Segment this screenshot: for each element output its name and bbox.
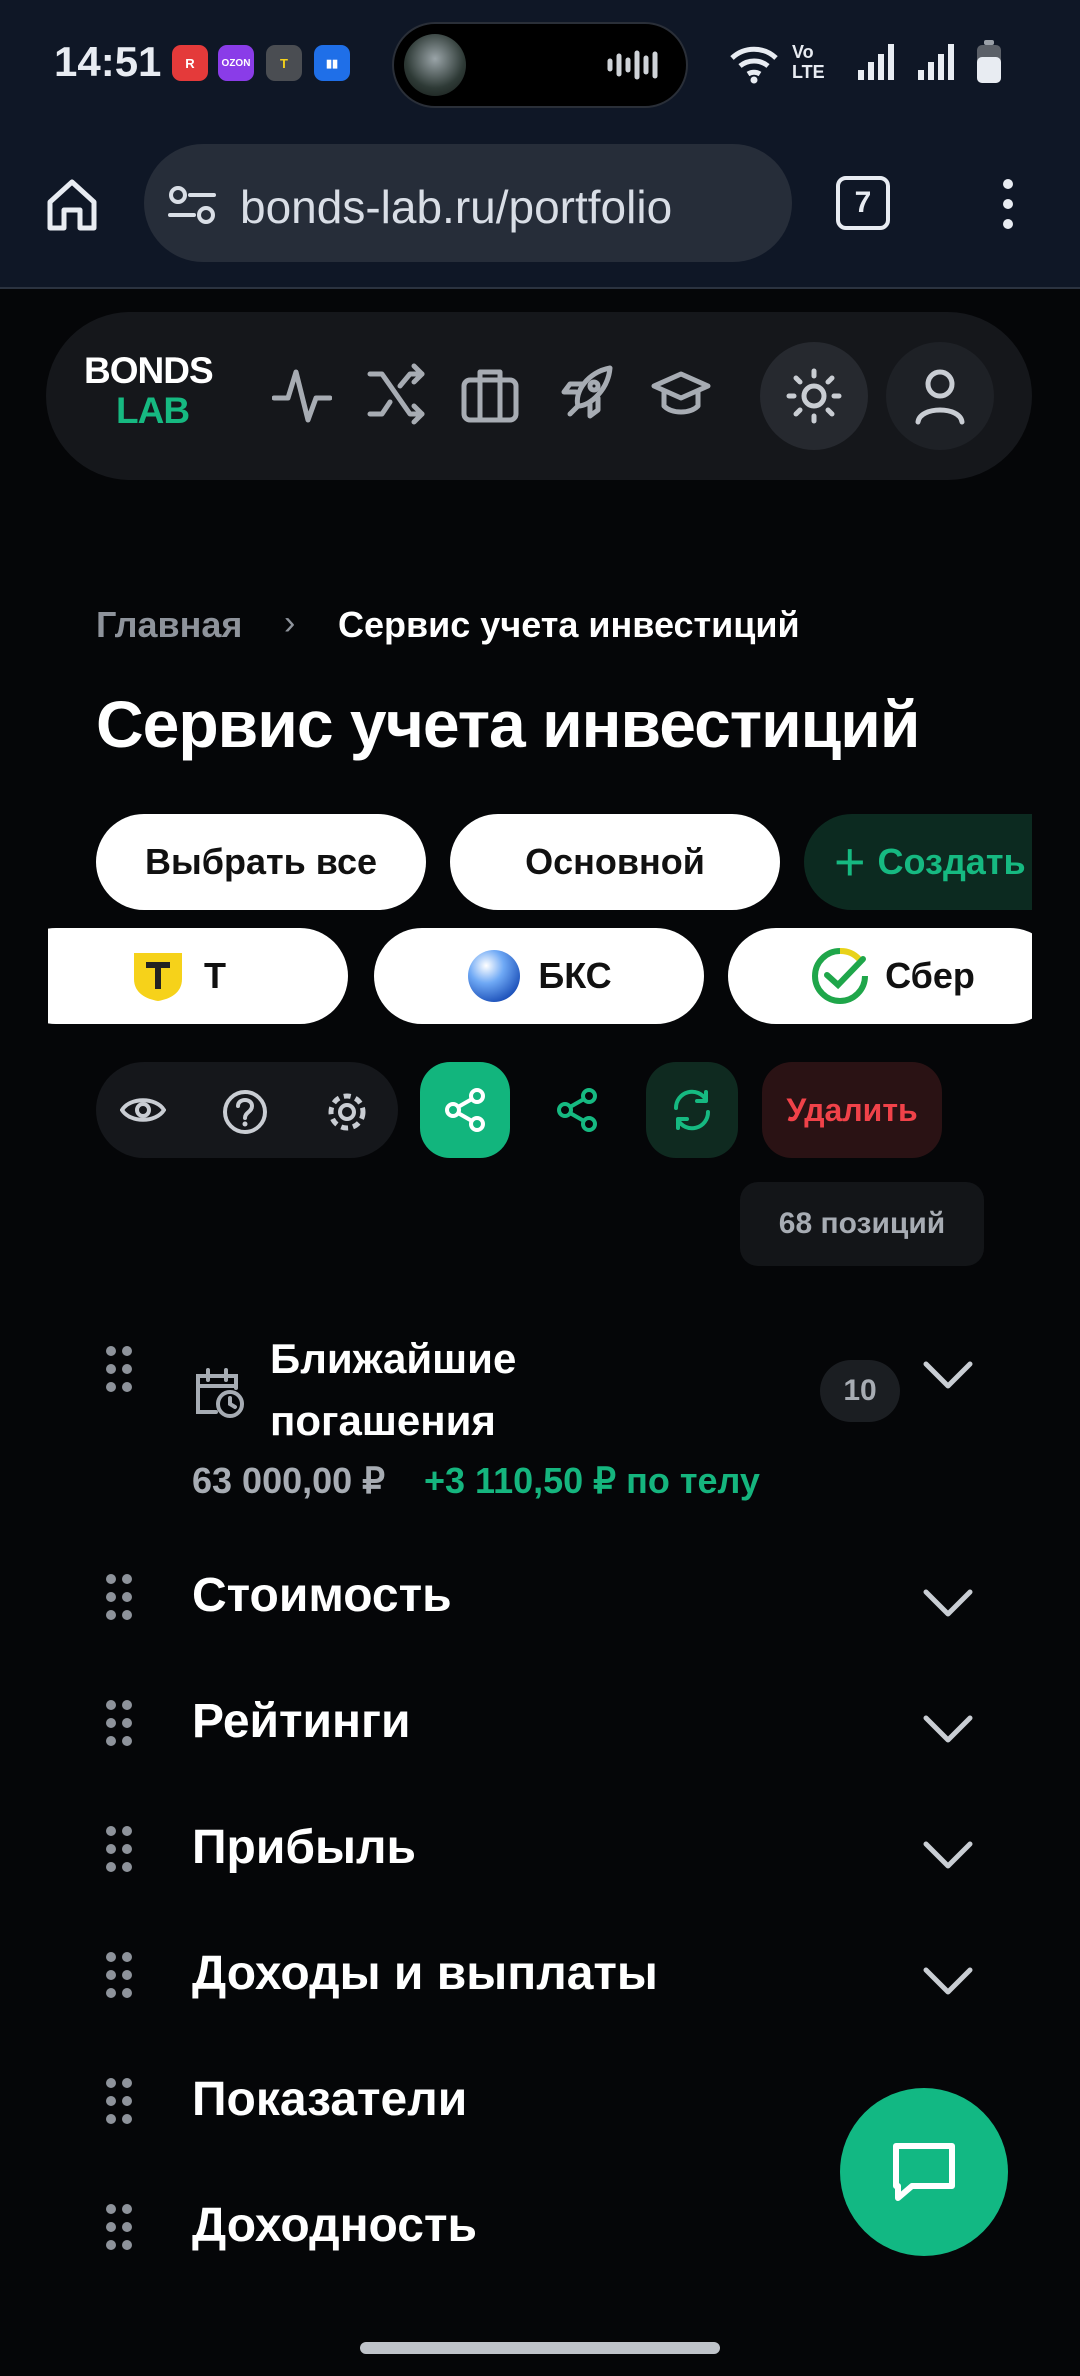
home-icon[interactable] <box>44 176 100 232</box>
share-button[interactable] <box>420 1062 510 1158</box>
rocket-icon[interactable] <box>556 362 616 428</box>
refresh-icon <box>673 1089 711 1131</box>
theme-toggle-button[interactable] <box>760 342 868 450</box>
status-time: 14:51 <box>54 38 162 85</box>
nearest-redemptions-amount: 63 000,00 ₽ <box>192 1460 386 1501</box>
positions-count: 68 позиций <box>740 1182 984 1266</box>
battery-icon <box>977 40 1001 83</box>
chevron-down-icon[interactable] <box>922 1964 974 1998</box>
media-artwork <box>404 34 466 96</box>
chevron-down-icon[interactable] <box>922 1586 974 1620</box>
delete-button[interactable]: Удалить <box>762 1062 942 1158</box>
shuffle-icon[interactable] <box>366 362 426 428</box>
drag-handle-icon[interactable] <box>104 1572 134 1622</box>
chevron-down-icon[interactable] <box>922 1838 974 1872</box>
logo-bonds[interactable]: BONDS <box>84 350 214 392</box>
breadcrumb-separator: › <box>284 604 296 642</box>
chevron-down-icon[interactable] <box>922 1358 974 1392</box>
nearest-redemptions-title[interactable]: Ближайшие погашения <box>270 1328 590 1452</box>
section-title[interactable]: Прибыль <box>192 1820 416 1875</box>
drag-handle-icon[interactable] <box>104 2076 134 2126</box>
drag-handle-icon[interactable] <box>104 1950 134 2000</box>
chevron-down-icon[interactable] <box>922 1712 974 1746</box>
broker-tabs: Т БКС Сбер <box>48 928 1032 1028</box>
select-all-button[interactable]: Выбрать все <box>96 814 426 910</box>
user-icon <box>915 369 965 425</box>
chat-button[interactable] <box>840 2088 1008 2256</box>
share-link-button[interactable] <box>532 1062 622 1158</box>
breadcrumb-home[interactable]: Главная <box>96 604 242 646</box>
site-navbar <box>46 312 1032 480</box>
drag-handle-icon[interactable] <box>104 1344 134 1394</box>
broker-sber-button[interactable]: Сбер <box>728 928 1032 1024</box>
nearest-redemptions-profit: +3 110,50 ₽ по телу <box>424 1460 760 1501</box>
tabs-button[interactable]: 7 <box>836 176 890 230</box>
plus-icon: + <box>834 832 866 892</box>
volte-indicator: Vo LTE <box>792 42 825 82</box>
drag-handle-icon[interactable] <box>104 2202 134 2252</box>
drag-handle-icon[interactable] <box>104 1698 134 1748</box>
more-menu-icon[interactable] <box>996 176 1020 232</box>
create-portfolio-button[interactable]: + Создать <box>804 814 1032 910</box>
portfolio-tabs: Выбрать все Основной + Создать <box>0 814 1032 914</box>
profile-button[interactable] <box>886 342 994 450</box>
sber-logo-icon <box>812 948 869 1004</box>
briefcase-icon[interactable] <box>460 362 520 428</box>
sync-button[interactable] <box>646 1062 738 1158</box>
broker-t-label: Т <box>204 955 226 996</box>
broker-sber-label: Сбер <box>885 955 975 996</box>
site-settings-icon[interactable] <box>168 184 216 226</box>
t-bank-logo-icon <box>134 953 182 1001</box>
section-title[interactable]: Стоимость <box>192 1568 452 1623</box>
share-icon <box>445 1088 485 1132</box>
home-indicator[interactable] <box>360 2342 720 2354</box>
section-title[interactable]: Доходность <box>192 2198 477 2253</box>
section-title[interactable]: Доходы и выплаты <box>192 1946 658 2001</box>
drag-handle-icon[interactable] <box>104 1824 134 1874</box>
ozon-app-icon: OZON <box>218 45 254 81</box>
graduation-cap-icon[interactable] <box>650 362 712 428</box>
red-app-icon: R <box>172 45 208 81</box>
settings-icon[interactable] <box>324 1089 370 1135</box>
broker-bks-label: БКС <box>538 955 612 996</box>
help-icon[interactable] <box>222 1089 268 1135</box>
logo-lab[interactable]: LAB <box>116 390 190 432</box>
activity-icon[interactable] <box>272 362 332 428</box>
create-label: Создать <box>877 841 1026 882</box>
page-title: Сервис учета инвестиций <box>96 687 920 761</box>
section-title[interactable]: Показатели <box>192 2072 467 2127</box>
chat-bubble-icon <box>893 2143 955 2201</box>
section-title[interactable]: Рейтинги <box>192 1694 411 1749</box>
breadcrumb-current: Сервис учета инвестиций <box>338 604 800 645</box>
eye-icon[interactable] <box>120 1089 166 1131</box>
url-text[interactable]: bonds-lab.ru/portfolio <box>240 180 672 234</box>
broker-bks-button[interactable]: БКС <box>374 928 704 1024</box>
share-icon-outline <box>557 1088 597 1132</box>
blue-app-icon: ▮▮ <box>314 45 350 81</box>
broker-t-button[interactable]: Т <box>48 928 348 1024</box>
bks-logo-icon <box>468 950 521 1002</box>
nearest-redemptions-count: 10 <box>820 1360 900 1422</box>
calendar-clock-icon <box>196 1368 244 1418</box>
wifi-icon <box>730 46 778 84</box>
audio-wave-icon <box>607 50 658 80</box>
sun-icon <box>786 368 842 424</box>
signal-icon-2 <box>918 44 954 80</box>
t-bank-app-icon: T <box>266 45 302 81</box>
portfolio-main-button[interactable]: Основной <box>450 814 780 910</box>
signal-icon <box>858 44 894 80</box>
